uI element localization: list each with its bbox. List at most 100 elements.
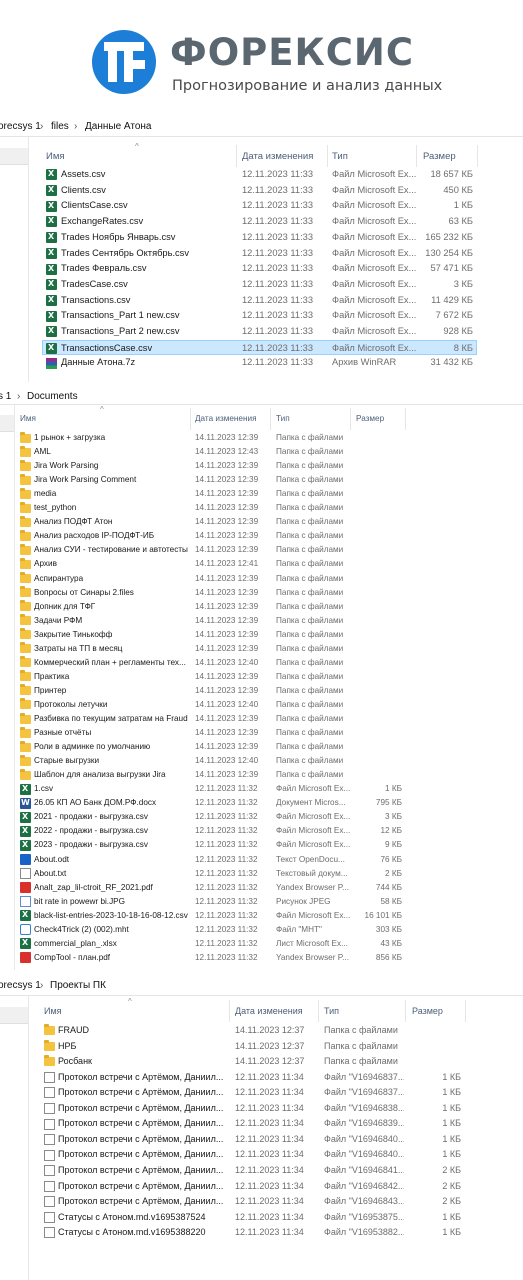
file-row[interactable]: black-list-entries-2023-10-18-16-08-12.c… xyxy=(0,909,523,923)
file-name: Протокол встречи с Артёмом, Даниил... xyxy=(58,1180,224,1191)
file-row[interactable]: bit rate in powewr bi.JPG 12.11.2023 11:3… xyxy=(0,895,523,909)
breadcrumb-item[interactable]: Documents xyxy=(27,391,78,402)
file-row[interactable]: Transactions_Part 1 new.csv 12.11.2023 11… xyxy=(0,308,523,324)
file-row[interactable]: Протоколы летучки 14.11.2023 12:40 Папка с… xyxy=(0,698,523,712)
file-row[interactable]: Закрытие Тинькофф 14.11.2023 12:39 Папка с… xyxy=(0,628,523,642)
breadcrumb-item[interactable]: Проекты ПК xyxy=(50,980,106,991)
file-row[interactable]: Trades Ноябрь Январь.csv 12.11.2023 11:33… xyxy=(0,230,523,246)
file-row[interactable]: 26.05 КП АО Банк ДОМ.РФ.docx 12.11.2023 1… xyxy=(0,796,523,810)
file-row[interactable]: Задачи РФМ 14.11.2023 12:39 Папка с файлам… xyxy=(0,614,523,628)
file-row[interactable]: Аспирантура 14.11.2023 12:39 Папка с файла… xyxy=(0,572,523,586)
file-row[interactable]: 1 рынок + загрузка 14.11.2023 12:39 Папка … xyxy=(0,431,523,445)
file-row[interactable]: Check4Trick (2) (002).mht 12.11.2023 11:3… xyxy=(0,923,523,937)
excel-icon xyxy=(46,185,57,197)
file-row[interactable]: Коммерческий план + регламенты тех... 14.… xyxy=(0,656,523,670)
breadcrumb-item[interactable]: orecsys 1 xyxy=(0,980,41,991)
file-size: 1 КБ xyxy=(442,1102,461,1113)
column-size[interactable]: Размер xyxy=(423,151,456,162)
file-row[interactable]: Вопросы от Синары 2.files 14.11.2023 12:3… xyxy=(0,586,523,600)
file-type: Файл "V16946840... xyxy=(324,1133,404,1144)
file-row[interactable]: Протокол встречи с Артёмом, Даниил... 12.… xyxy=(0,1116,523,1132)
file-row[interactable]: Разные отчёты 14.11.2023 12:39 Папка с фай… xyxy=(0,726,523,740)
file-row[interactable]: Clients.csv 12.11.2023 11:33 Файл Microsof… xyxy=(0,183,523,199)
file-row[interactable]: ClientsCase.csv 12.11.2023 11:33 Файл Micr… xyxy=(0,198,523,214)
file-row[interactable]: ExchangeRates.csv 12.11.2023 11:33 Файл Mi… xyxy=(0,214,523,230)
file-size: 2 КБ xyxy=(442,1180,461,1191)
file-row[interactable]: Протокол встречи с Артёмом, Даниил... 12.… xyxy=(0,1147,523,1163)
file-row[interactable]: Assets.csv 12.11.2023 11:33 Файл Microsoft… xyxy=(0,167,523,183)
column-size[interactable]: Размер xyxy=(356,414,384,423)
file-size: 928 КБ xyxy=(443,326,473,336)
file-row[interactable]: Анализ СУИ - тестирование и автотесты 14.… xyxy=(0,543,523,557)
file-row[interactable]: Transactions_Part 2 new.csv 12.11.2023 11… xyxy=(0,324,523,340)
file-name: Принтер xyxy=(34,685,67,695)
file-row[interactable]: Практика 14.11.2023 12:39 Папка с файлами xyxy=(0,670,523,684)
file-row[interactable]: Старые выгрузки 14.11.2023 12:40 Папка с ф… xyxy=(0,754,523,768)
file-name: Задачи РФМ xyxy=(34,615,83,625)
file-row[interactable]: Разбивка по текущим затратам на Fraud 14.… xyxy=(0,712,523,726)
file-type: Папка с файлами xyxy=(324,1025,398,1035)
file-row[interactable]: About.odt 12.11.2023 11:32 Текст OpenDocu.… xyxy=(0,853,523,867)
file-row[interactable]: Jira Work Parsing Comment 14.11.2023 12:3… xyxy=(0,473,523,487)
chevron-right-icon: › xyxy=(74,121,78,132)
column-type[interactable]: Тип xyxy=(332,151,348,162)
chevron-right-icon: › xyxy=(40,980,44,991)
file-row[interactable]: Jira Work Parsing 14.11.2023 12:39 Папка с… xyxy=(0,459,523,473)
file-row[interactable]: TransactionsCase.csv 12.11.2023 11:33 Файл… xyxy=(42,339,477,356)
file-row[interactable]: AML 14.11.2023 12:43 Папка с файлами xyxy=(0,445,523,459)
file-row[interactable]: Протокол встречи с Артёмом, Даниил... 12.… xyxy=(0,1101,523,1117)
file-row[interactable]: Росбанк 14.11.2023 12:37 Папка с файлами xyxy=(0,1054,523,1070)
breadcrumb-item[interactable]: files xyxy=(51,121,69,132)
column-date[interactable]: Дата изменения xyxy=(195,414,257,423)
file-row[interactable]: Протокол встречи с Артёмом, Даниил... 12.… xyxy=(0,1179,523,1195)
file-name: TradesCase.csv xyxy=(61,278,128,289)
breadcrumb-item[interactable]: orecsys 1 xyxy=(0,121,41,132)
file-row[interactable]: 2023 - продажи - выгрузка.csv 12.11.2023 … xyxy=(0,838,523,852)
file-row[interactable]: 2021 - продажи - выгрузка.csv 12.11.2023 … xyxy=(0,810,523,824)
file-row[interactable]: media 14.11.2023 12:39 Папка с файлами xyxy=(0,487,523,501)
file-row[interactable]: Протокол встречи с Артёмом, Даниил... 12.… xyxy=(0,1194,523,1210)
file-type: Файл "V16946838... xyxy=(324,1102,404,1113)
file-row[interactable]: test_python 14.11.2023 12:39 Папка с файла… xyxy=(0,501,523,515)
file-row[interactable]: Trades Февраль.csv 12.11.2023 11:33 Файл M… xyxy=(0,261,523,277)
file-row[interactable]: Analt_zap_lil-ctroit_RF_2021.pdf 12.11.20… xyxy=(0,881,523,895)
file-row[interactable]: Допник для ТФГ 14.11.2023 12:39 Папка с фа… xyxy=(0,600,523,614)
file-row[interactable]: НРБ 14.11.2023 12:37 Папка с файлами xyxy=(0,1039,523,1055)
file-row[interactable]: Анализ расходов IP-ПОДФТ-ИБ 14.11.2023 12… xyxy=(0,529,523,543)
file-row[interactable]: Роли в админке по умолчанию 14.11.2023 12… xyxy=(0,740,523,754)
file-name: media xyxy=(34,489,57,499)
file-row[interactable]: CompTool - план.pdf 12.11.2023 11:32 Yande… xyxy=(0,951,523,965)
file-row[interactable]: Анализ ПОДФТ Атон 14.11.2023 12:39 Папка с… xyxy=(0,515,523,529)
file-row[interactable]: commercial_plan_.xlsx 12.11.2023 11:32 Лис… xyxy=(0,937,523,951)
file-row[interactable]: Протокол встречи с Артёмом, Даниил... 12.… xyxy=(0,1070,523,1086)
file-row[interactable]: Trades Сентябрь Октябрь.csv 12.11.2023 11… xyxy=(0,246,523,262)
file-row[interactable]: Transactions.csv 12.11.2023 11:33 Файл Mic… xyxy=(0,293,523,309)
file-row[interactable]: Протокол встречи с Артёмом, Даниил... 12.… xyxy=(0,1132,523,1148)
folder-icon xyxy=(20,726,31,738)
column-name[interactable]: Имя xyxy=(20,414,36,423)
file-row[interactable]: Архив 14.11.2023 12:41 Папка с файлами xyxy=(0,557,523,571)
file-row[interactable]: About.txt 12.11.2023 11:32 Текстовый докум… xyxy=(0,867,523,881)
file-row[interactable]: Затраты на ТП в месяц 14.11.2023 12:39 Пап… xyxy=(0,642,523,656)
column-type[interactable]: Тип xyxy=(324,1006,339,1016)
column-size[interactable]: Размер xyxy=(412,1006,443,1016)
file-row[interactable]: Шаблон для анализа выгрузки Jira 14.11.20… xyxy=(0,768,523,782)
column-type[interactable]: Тип xyxy=(276,414,290,423)
file-row[interactable]: Протокол встречи с Артёмом, Даниил... 12.… xyxy=(0,1163,523,1179)
column-name[interactable]: Имя xyxy=(46,151,65,162)
column-date[interactable]: Дата изменения xyxy=(235,1006,303,1016)
file-row[interactable]: Данные Атона.7z 12.11.2023 11:33 Архив Win… xyxy=(0,355,523,371)
file-row[interactable]: Статусы с Атоном.md.v1695387524 12.11.202… xyxy=(0,1210,523,1226)
file-row[interactable]: Принтер 14.11.2023 12:39 Папка с файлами xyxy=(0,684,523,698)
breadcrumb-item[interactable]: s 1 xyxy=(0,391,11,402)
breadcrumb-item[interactable]: Данные Атона xyxy=(85,121,151,132)
file-row[interactable]: Статусы с Атоном.md.v1695388220 12.11.202… xyxy=(0,1225,523,1241)
file-row[interactable]: FRAUD 14.11.2023 12:37 Папка с файлами xyxy=(0,1023,523,1039)
file-row[interactable]: 2022 - продажи - выгрузка.csv 12.11.2023 … xyxy=(0,824,523,838)
file-row[interactable]: TradesCase.csv 12.11.2023 11:33 Файл Micro… xyxy=(0,277,523,293)
file-row[interactable]: 1.csv 12.11.2023 11:32 Файл Microsoft Ex..… xyxy=(0,782,523,796)
column-date[interactable]: Дата изменения xyxy=(242,151,313,162)
excel-icon xyxy=(46,247,57,259)
column-name[interactable]: Имя xyxy=(44,1006,62,1016)
file-row[interactable]: Протокол встречи с Артёмом, Даниил... 12.… xyxy=(0,1085,523,1101)
